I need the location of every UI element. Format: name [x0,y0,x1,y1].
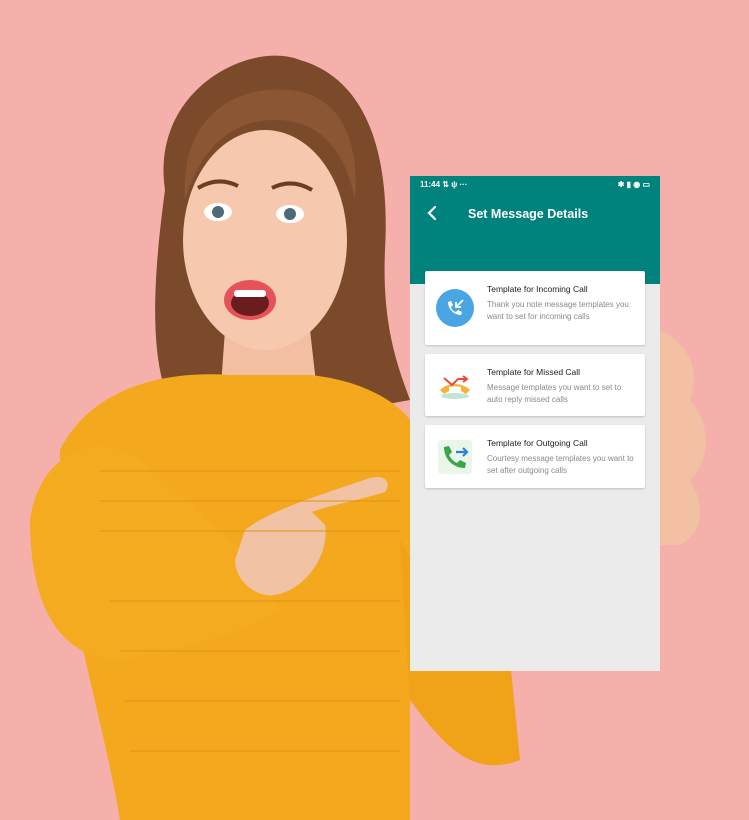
teeth [234,290,266,297]
template-title: Template for Outgoing Call [487,438,588,448]
left-iris [212,206,224,218]
phone-screen: 11:44 ⇅ ψ ··· ✱ ▮ ◉ ▭ Set Message Detail… [410,176,660,671]
template-description: Courtesy message templates you want to s… [487,454,634,475]
template-card-missed[interactable]: Template for Missed Call Message templat… [425,354,645,416]
app-bar: 11:44 ⇅ ψ ··· ✱ ▮ ◉ ▭ Set Message Detail… [410,176,660,284]
template-description: Thank you note message templates you wan… [487,300,629,321]
template-card-outgoing[interactable]: Template for Outgoing Call Courtesy mess… [425,425,645,488]
back-arrow-icon[interactable] [424,204,442,222]
template-card-incoming[interactable]: Template for Incoming Call Thank you not… [425,271,645,345]
template-title: Template for Incoming Call [487,284,588,294]
status-time: 11:44 [420,180,441,189]
status-right-icons: ✱ ▮ ◉ ▭ [617,180,650,189]
template-description: Message templates you want to set to aut… [487,383,622,404]
missed-call-icon [436,366,474,404]
face-shape [183,130,347,350]
template-title: Template for Missed Call [487,367,581,377]
outgoing-call-icon [436,438,474,476]
incoming-call-icon [436,289,474,327]
holding-hand [660,330,706,545]
status-left: 11:44 ⇅ ψ ··· [420,180,467,189]
page-title: Set Message Details [468,207,589,221]
right-iris [284,208,296,220]
status-left-icons: ⇅ ψ ··· [442,180,468,189]
status-bar: 11:44 ⇅ ψ ··· ✱ ▮ ◉ ▭ [420,180,650,192]
